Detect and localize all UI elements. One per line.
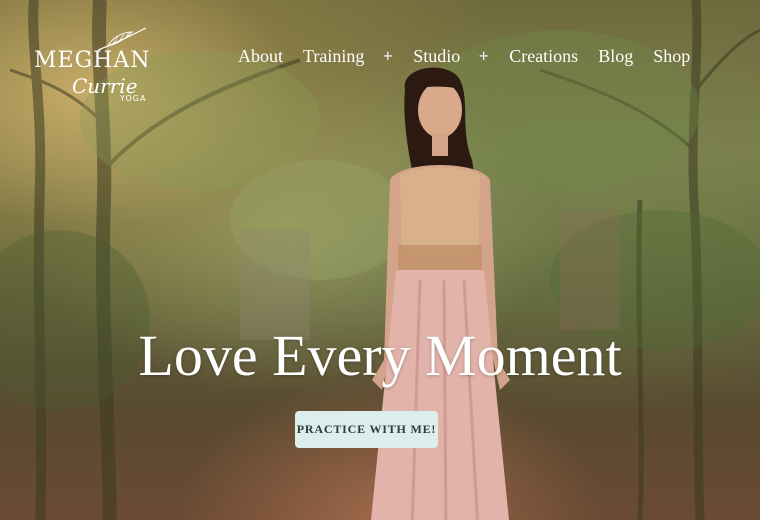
woman-photo [371,67,510,520]
brand-logo[interactable]: MEGHAN Currie YOGA [34,26,154,106]
practice-with-me-button[interactable]: PRACTICE WITH ME! [295,411,438,448]
nav-item-creations[interactable]: Creations [509,46,578,67]
logo-tagline: YOGA [120,94,147,103]
hero-headline: Love Every Moment [138,323,622,388]
nav-item-shop[interactable]: Shop [653,46,690,67]
logo-name: MEGHAN [34,48,151,73]
main-nav: About Training + Studio + Creations Blog… [238,44,710,68]
nav-item-studio[interactable]: Studio [413,46,460,67]
nav-item-blog[interactable]: Blog [598,46,633,67]
nav-item-about[interactable]: About [238,46,283,67]
hero-section: MEGHAN Currie YOGA About Training + Stud… [0,0,760,520]
training-submenu-toggle[interactable]: + [382,49,393,64]
studio-submenu-toggle[interactable]: + [478,49,489,64]
nav-item-training[interactable]: Training [303,46,364,67]
